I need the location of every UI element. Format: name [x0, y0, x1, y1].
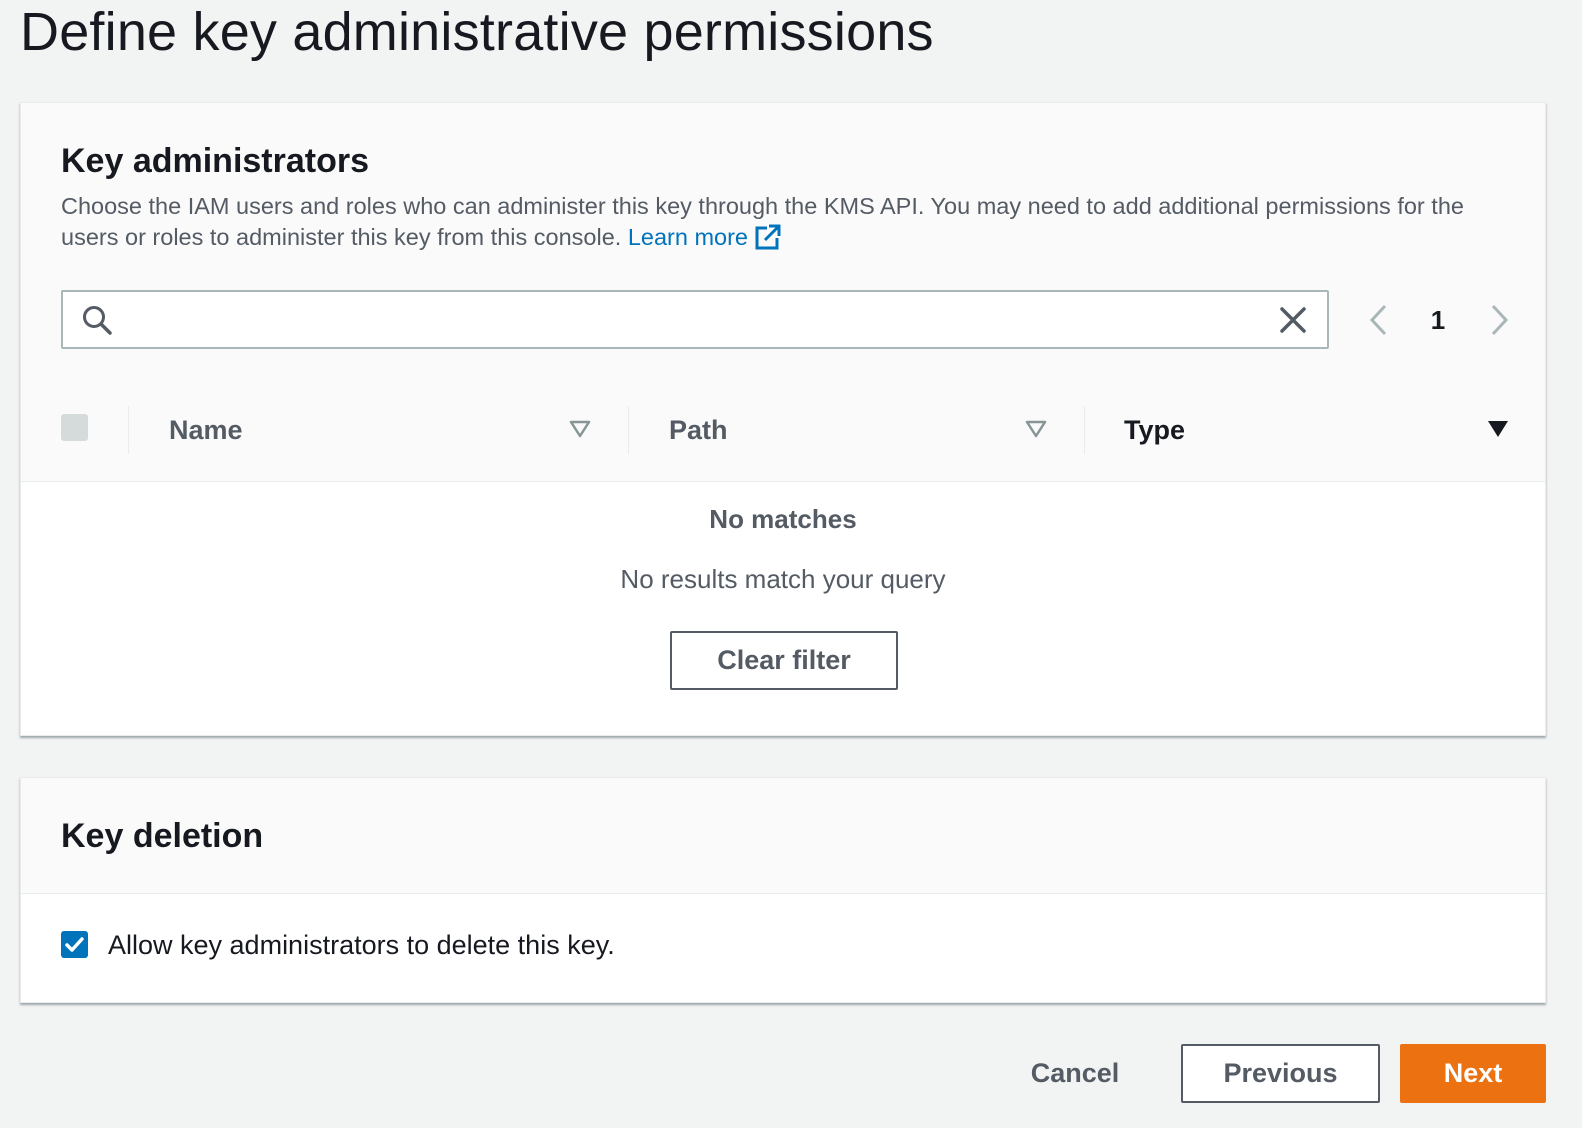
key-deletion-title: Key deletion: [61, 817, 264, 855]
clear-filter-button[interactable]: Clear filter: [670, 631, 898, 690]
table-header-row: Name Path Type: [21, 382, 1545, 480]
sort-icon[interactable]: [1025, 420, 1047, 438]
search-input[interactable]: [127, 298, 1257, 342]
key-administrators-description: Choose the IAM users and roles who can a…: [61, 191, 1521, 253]
select-all-checkbox[interactable]: [61, 414, 88, 441]
key-deletion-panel: Key deletion Allow key administrators to…: [20, 777, 1546, 1003]
key-administrators-title: Key administrators: [61, 142, 369, 180]
cancel-button[interactable]: Cancel: [1010, 1044, 1140, 1103]
page-title: Define key administrative permissions: [20, 2, 934, 62]
next-button[interactable]: Next: [1400, 1044, 1546, 1103]
key-deletion-body: Allow key administrators to delete this …: [21, 894, 1545, 1002]
allow-delete-label[interactable]: Allow key administrators to delete this …: [108, 928, 615, 962]
key-administrators-header: Key administrators Choose the IAM users …: [21, 103, 1545, 482]
empty-state-title: No matches: [709, 504, 857, 534]
search-icon: [83, 306, 112, 335]
clear-icon[interactable]: [1277, 304, 1309, 336]
previous-button[interactable]: Previous: [1181, 1044, 1380, 1103]
chevron-left-icon[interactable]: [1363, 303, 1395, 337]
column-header-name[interactable]: Name: [169, 412, 243, 448]
empty-state: No matches No results match your query C…: [21, 482, 1545, 736]
column-header-type[interactable]: Type: [1124, 412, 1185, 448]
search-field[interactable]: [61, 290, 1329, 349]
sort-icon[interactable]: [569, 420, 591, 438]
column-divider: [1084, 406, 1085, 454]
key-administrators-panel: Key administrators Choose the IAM users …: [20, 102, 1546, 736]
allow-delete-checkbox[interactable]: [61, 931, 88, 958]
sort-active-icon[interactable]: [1487, 420, 1509, 438]
chevron-right-icon[interactable]: [1483, 303, 1515, 337]
current-page-number[interactable]: 1: [1421, 303, 1455, 337]
learn-more-link[interactable]: Learn more: [628, 224, 782, 250]
external-link-icon: [755, 224, 782, 250]
column-divider: [628, 406, 629, 454]
column-header-path[interactable]: Path: [669, 412, 728, 448]
key-deletion-header: Key deletion: [21, 778, 1545, 894]
learn-more-label: Learn more: [627, 224, 749, 250]
column-divider: [128, 406, 129, 454]
empty-state-message: No results match your query: [620, 564, 946, 594]
checkmark-icon: [65, 937, 84, 952]
